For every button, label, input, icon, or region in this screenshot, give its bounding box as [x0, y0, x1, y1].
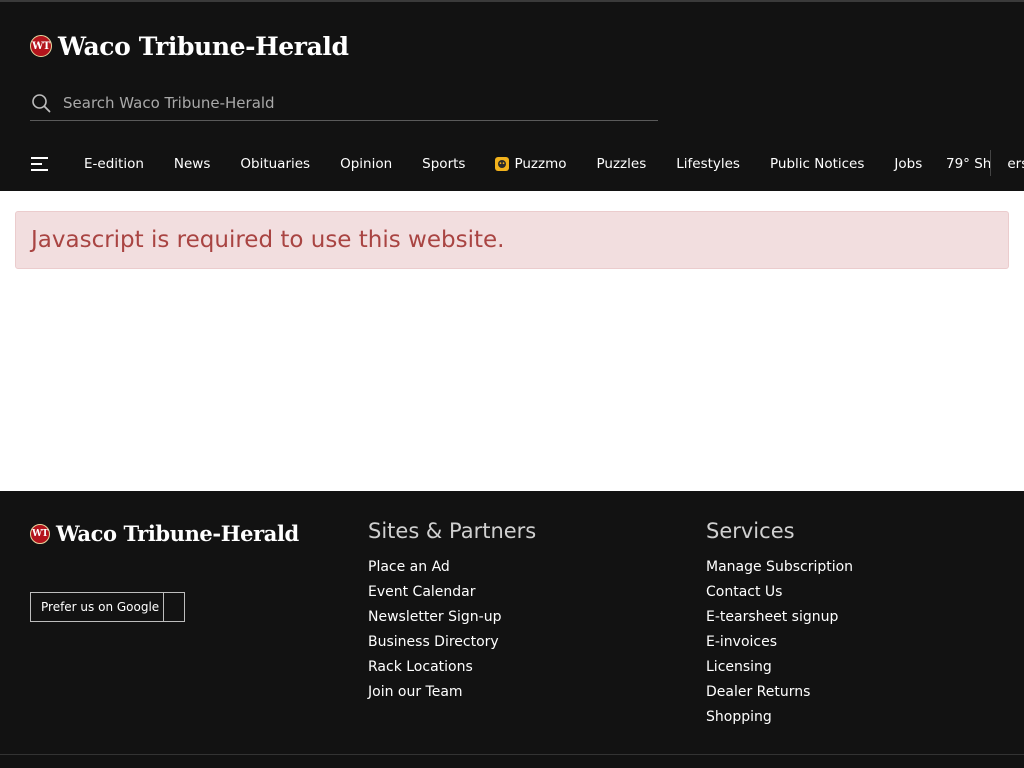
footer-link-manage-subscription[interactable]: Manage Subscription	[706, 555, 853, 580]
footer-link-e-invoices[interactable]: E-invoices	[706, 630, 853, 655]
javascript-required-alert: Javascript is required to use this websi…	[15, 211, 1009, 269]
site-header: WT Waco Tribune-Herald E-edition News Ob…	[0, 0, 1024, 191]
footer-logo-seal-icon: WT	[30, 523, 50, 544]
nav-item-puzzles[interactable]: Puzzles	[597, 156, 647, 172]
hamburger-menu-icon[interactable]	[31, 156, 49, 172]
main-nav: E-edition News Obituaries Opinion Sports…	[0, 142, 1024, 186]
footer-link-join-team[interactable]: Join our Team	[368, 680, 536, 705]
search-input[interactable]	[63, 94, 658, 112]
search-bar	[30, 86, 658, 121]
footer-link-place-ad[interactable]: Place an Ad	[368, 555, 536, 580]
alert-message: Javascript is required to use this websi…	[31, 227, 505, 253]
nav-item-puzzmo-label: Puzzmo	[514, 156, 567, 172]
footer-logo-wordmark: Waco Tribune-Herald	[56, 521, 299, 546]
footer-divider	[0, 754, 1024, 755]
prefer-on-google-button[interactable]: Prefer us on Google	[30, 592, 185, 622]
weather-text: 79° Sh	[946, 156, 992, 172]
footer-link-business-directory[interactable]: Business Directory	[368, 630, 536, 655]
weather-widget[interactable]: 79° Sh ers	[946, 142, 1024, 186]
weather-overflow-text: ers	[1007, 156, 1024, 172]
logo-wordmark: Waco Tribune-Herald	[58, 31, 349, 61]
footer-link-newsletter[interactable]: Newsletter Sign-up	[368, 605, 536, 630]
nav-item-news[interactable]: News	[174, 156, 210, 172]
sites-partners-column: Sites & Partners Place an Ad Event Calen…	[368, 519, 536, 705]
services-column: Services Manage Subscription Contact Us …	[706, 519, 853, 730]
footer-link-event-calendar[interactable]: Event Calendar	[368, 580, 536, 605]
footer-link-shopping[interactable]: Shopping	[706, 705, 853, 730]
nav-item-puzzmo[interactable]: Puzzmo	[495, 156, 567, 172]
footer-logo[interactable]: WT Waco Tribune-Herald	[30, 521, 299, 546]
nav-items: E-edition News Obituaries Opinion Sports…	[84, 142, 952, 186]
site-logo[interactable]: WT Waco Tribune-Herald	[30, 30, 349, 62]
nav-item-jobs[interactable]: Jobs	[894, 156, 922, 172]
footer-link-rack-locations[interactable]: Rack Locations	[368, 655, 536, 680]
footer-link-dealer-returns[interactable]: Dealer Returns	[706, 680, 853, 705]
footer-link-contact-us[interactable]: Contact Us	[706, 580, 853, 605]
logo-seal-icon: WT	[30, 35, 52, 57]
services-heading: Services	[706, 519, 795, 543]
nav-item-e-edition[interactable]: E-edition	[84, 156, 144, 172]
nav-item-lifestyles[interactable]: Lifestyles	[676, 156, 740, 172]
nav-item-obituaries[interactable]: Obituaries	[240, 156, 310, 172]
footer-link-e-tearsheet[interactable]: E-tearsheet signup	[706, 605, 853, 630]
nav-item-public-notices[interactable]: Public Notices	[770, 156, 864, 172]
nav-item-sports[interactable]: Sports	[422, 156, 465, 172]
prefer-on-google-label: Prefer us on Google	[31, 593, 164, 621]
search-icon[interactable]	[31, 93, 51, 113]
nav-item-opinion[interactable]: Opinion	[340, 156, 392, 172]
sites-partners-heading: Sites & Partners	[368, 519, 537, 543]
nav-divider	[990, 150, 991, 176]
site-footer: WT Waco Tribune-Herald Prefer us on Goog…	[0, 491, 1024, 768]
footer-link-licensing[interactable]: Licensing	[706, 655, 853, 680]
puzzmo-icon	[495, 157, 510, 171]
